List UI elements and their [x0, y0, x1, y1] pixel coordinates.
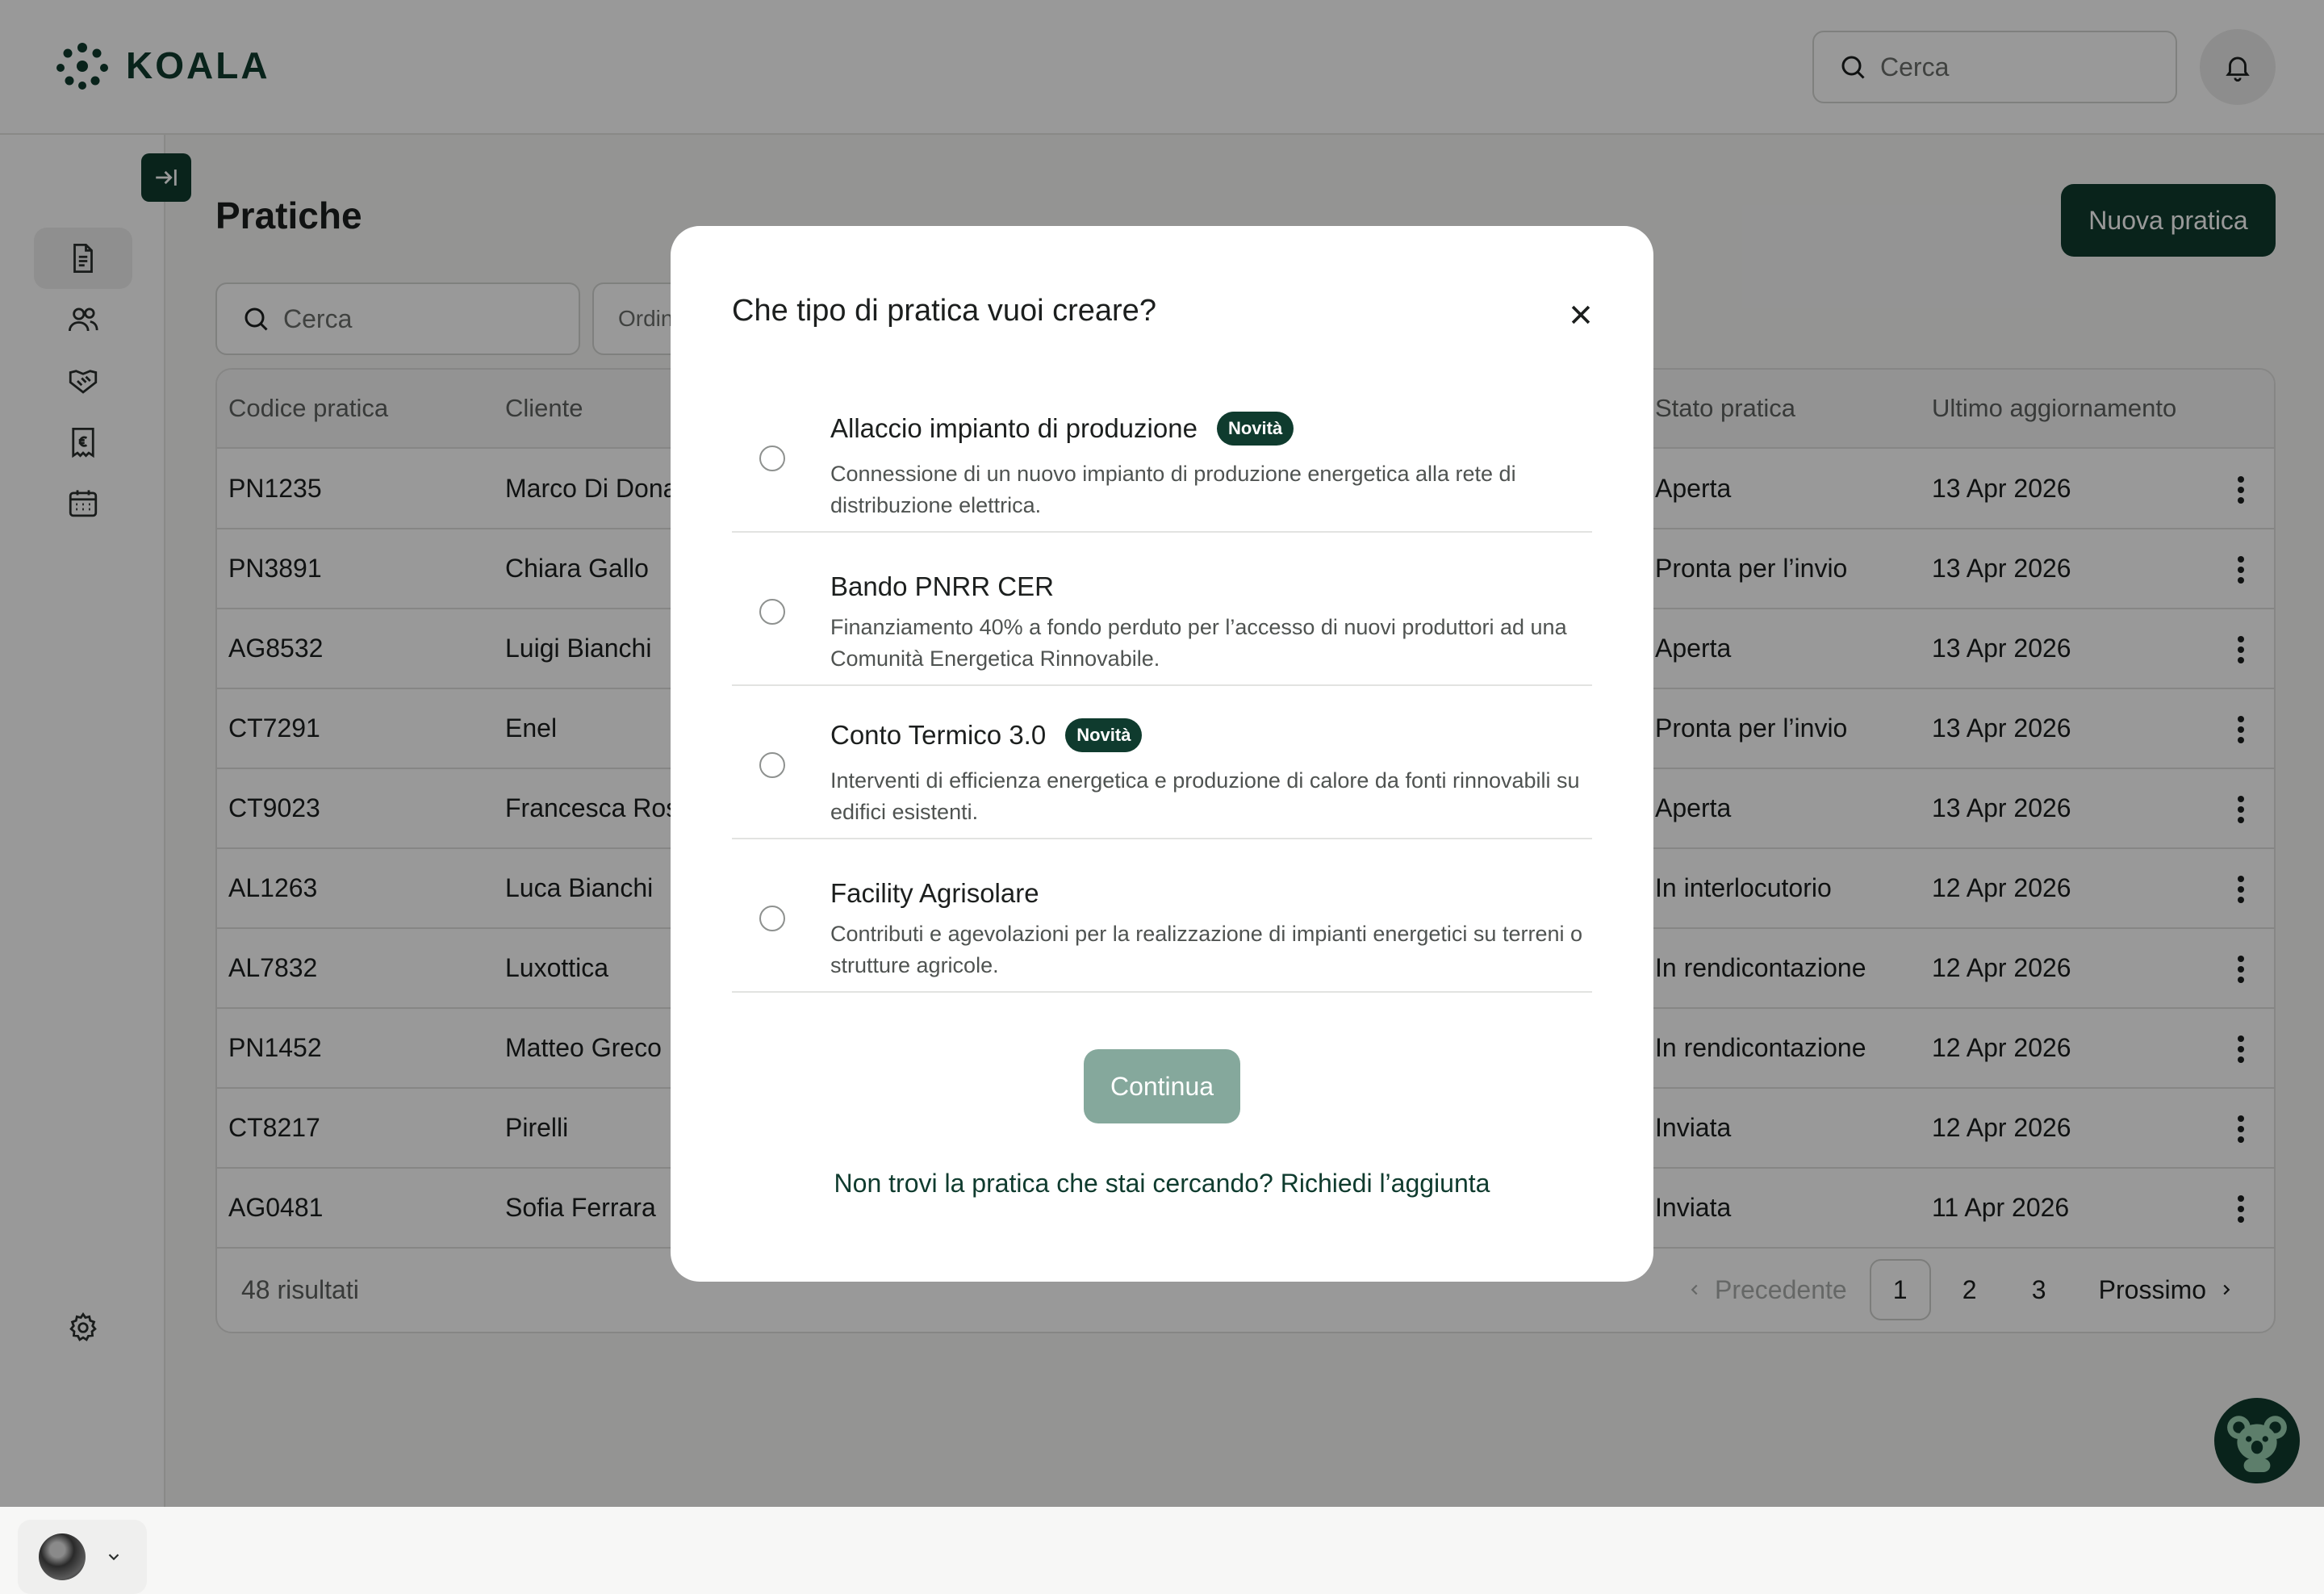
request-addition-link[interactable]: Non trovi la pratica che stai cercando? … [671, 1169, 1653, 1199]
option-radio[interactable] [759, 752, 785, 778]
new-badge: Novità [1216, 412, 1294, 446]
continue-button[interactable]: Continua [1084, 1049, 1240, 1123]
option-title: Bando PNRR CER [830, 571, 1054, 601]
option-title: Conto Termico 3.0 [830, 720, 1047, 750]
pratica-option[interactable]: Allaccio impianto di produzione Novità Con… [732, 379, 1592, 533]
option-description: Connessione di un nuovo impianto di prod… [830, 462, 1516, 517]
pratica-option[interactable]: Bando PNRR CER Finanziamento 40% a fondo … [732, 533, 1592, 686]
option-radio[interactable] [759, 599, 785, 625]
close-icon [1567, 301, 1595, 328]
dialog-title: Che tipo di pratica vuoi creare? [732, 294, 1156, 328]
option-title-row: Bando PNRR CER [830, 571, 1054, 602]
option-title-row: Facility Agrisolare [830, 878, 1039, 909]
option-title: Facility Agrisolare [830, 878, 1039, 908]
option-title-row: Allaccio impianto di produzione Novità [830, 412, 1294, 446]
option-title-row: Conto Termico 3.0 Novità [830, 718, 1143, 752]
option-description: Finanziamento 40% a fondo perduto per l’… [830, 615, 1567, 671]
close-button[interactable] [1560, 294, 1602, 336]
user-menu[interactable] [18, 1520, 147, 1594]
pratica-option[interactable]: Conto Termico 3.0 Novità Interventi di eff… [732, 686, 1592, 839]
option-description: Interventi di efficienza energetica e pr… [830, 768, 1580, 824]
pratica-option[interactable]: Facility Agrisolare Contributi e agevolaz… [732, 839, 1592, 993]
avatar [39, 1533, 86, 1580]
option-description: Contributi e agevolazioni per la realizz… [830, 922, 1583, 977]
option-radio[interactable] [759, 906, 785, 931]
new-pratica-dialog: Che tipo di pratica vuoi creare? Allacci… [671, 226, 1653, 1282]
new-badge: Novità [1065, 718, 1143, 752]
chevron-down-icon [105, 1548, 123, 1566]
option-radio[interactable] [759, 446, 785, 471]
option-title: Allaccio impianto di produzione [830, 413, 1198, 443]
